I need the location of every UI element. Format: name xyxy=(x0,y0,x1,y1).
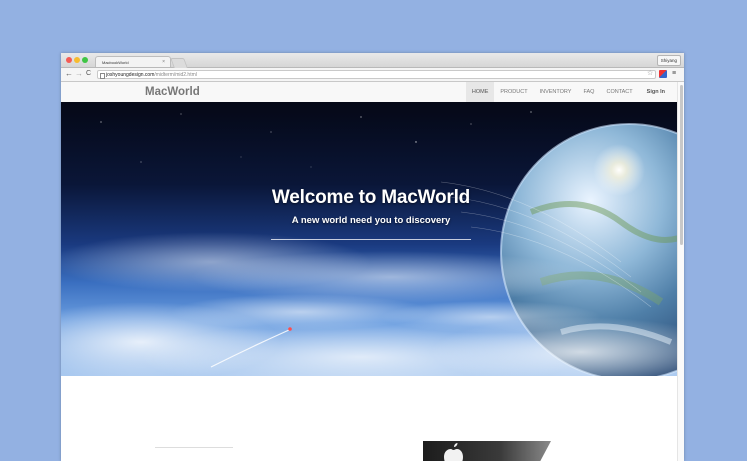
new-tab-button[interactable] xyxy=(170,58,188,68)
extension-icon[interactable] xyxy=(659,70,667,78)
sign-in-link[interactable]: Sign In xyxy=(639,82,677,102)
bookmark-star-icon[interactable]: ☆ xyxy=(647,69,653,79)
back-arrow-icon[interactable]: ← xyxy=(65,69,73,79)
tab-close-icon[interactable]: × xyxy=(162,57,165,68)
reload-icon[interactable]: C xyxy=(86,69,91,79)
product-image xyxy=(423,441,551,461)
profile-button[interactable]: Shiyang xyxy=(656,55,681,66)
url-domain: joshyoungdesign.com xyxy=(106,72,155,78)
tab-title: MacbookWorld xyxy=(102,60,129,65)
hero-subtitle: A new world need you to discovery xyxy=(291,215,451,226)
address-bar[interactable]: joshyoungdesign.com/midterm/mid2.html xyxy=(97,70,656,79)
site-navbar: MacWorld HOME PRODUCT INVENTORY FAQ CONT… xyxy=(61,82,677,103)
forward-arrow-icon[interactable]: → xyxy=(75,69,83,79)
nav-inventory[interactable]: INVENTORY xyxy=(534,82,578,102)
page-icon xyxy=(100,73,105,79)
hero-banner: Welcome to MacWorld A new world need you… xyxy=(61,102,677,376)
nav-faq[interactable]: FAQ xyxy=(577,82,600,102)
title-bar: MacbookWorld × Shiyang xyxy=(61,53,684,68)
site-brand[interactable]: MacWorld xyxy=(145,85,200,99)
browser-menu-icon[interactable]: ≡ xyxy=(672,69,676,79)
minimize-window-button[interactable] xyxy=(74,57,80,63)
hero-title: Welcome to MacWorld xyxy=(271,187,471,208)
section-divider xyxy=(155,447,233,448)
url-path: /midterm/mid2.html xyxy=(154,72,197,78)
nav-product[interactable]: PRODUCT xyxy=(494,82,533,102)
maximize-window-button[interactable] xyxy=(82,57,88,63)
page-scrollbar[interactable] xyxy=(677,82,684,461)
site-menu: HOME PRODUCT INVENTORY FAQ CONTACT Sign … xyxy=(465,82,677,102)
hero-divider xyxy=(271,239,471,240)
scrollbar-thumb[interactable] xyxy=(680,85,683,245)
browser-tab[interactable]: MacbookWorld × xyxy=(95,56,171,67)
browser-window: MacbookWorld × Shiyang ← → C joshyoungde… xyxy=(61,53,684,461)
stars xyxy=(100,111,532,168)
browser-toolbar: ← → C joshyoungdesign.com/midterm/mid2.h… xyxy=(61,68,684,82)
nav-contact[interactable]: CONTACT xyxy=(600,82,638,102)
close-window-button[interactable] xyxy=(66,57,72,63)
page-viewport: MacWorld HOME PRODUCT INVENTORY FAQ CONT… xyxy=(61,82,677,461)
nav-home[interactable]: HOME xyxy=(465,82,495,102)
